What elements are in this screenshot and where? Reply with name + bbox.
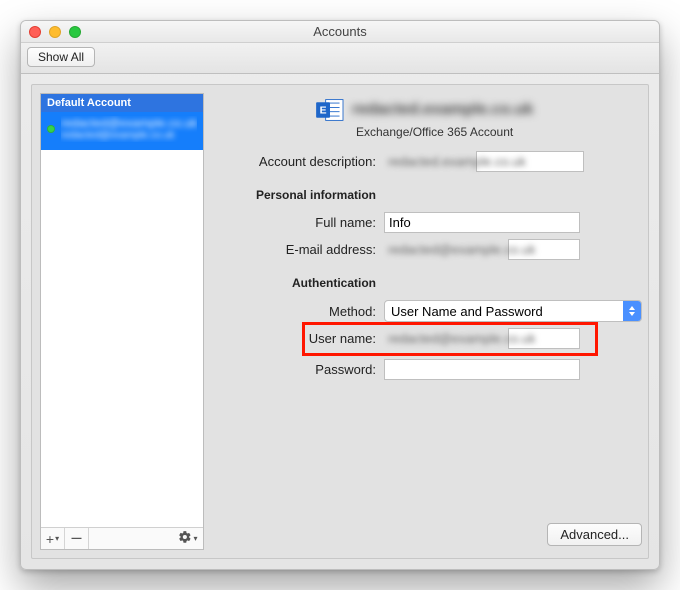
label-method: Method: — [216, 304, 384, 319]
status-indicator-icon — [47, 125, 55, 133]
section-heading-auth: Authentication — [216, 276, 384, 290]
account-header: E redacted.example.co.uk — [316, 97, 642, 123]
full-name-input[interactable] — [384, 212, 580, 233]
accounts-window: Accounts Show All Default Account redact… — [20, 20, 660, 570]
plus-icon: + — [46, 531, 54, 547]
exchange-icon: E — [316, 97, 344, 123]
window-title: Accounts — [21, 24, 659, 39]
chevron-down-icon: ▾ — [193, 534, 197, 543]
username-value: redacted@example.co.uk — [384, 328, 504, 349]
label-full-name: Full name: — [216, 215, 384, 230]
add-account-button[interactable]: +▾ — [41, 528, 65, 549]
gear-icon — [178, 530, 192, 547]
method-select-wrap: User Name and Password — [384, 300, 642, 322]
account-detail-pane: E redacted.example.co.uk Exchange/Office… — [212, 85, 656, 558]
account-list-item[interactable]: redacted@example.co.uk redacted@example.… — [41, 112, 203, 150]
account-item-title: redacted@example.co.uk — [61, 116, 197, 130]
accounts-sidebar: Default Account redacted@example.co.uk r… — [40, 93, 204, 550]
label-username: User name: — [216, 331, 384, 346]
password-input[interactable] — [384, 359, 580, 380]
label-account-description: Account description: — [216, 154, 384, 169]
email-value: redacted@example.co.uk — [384, 239, 504, 260]
section-heading-personal: Personal information — [216, 188, 384, 202]
sidebar-section-heading: Default Account — [41, 94, 203, 112]
advanced-button[interactable]: Advanced... — [547, 523, 642, 546]
toolbar: Show All — [21, 43, 659, 74]
settings-menu-button[interactable]: ▾ — [173, 528, 203, 549]
svg-text:E: E — [320, 105, 327, 116]
titlebar: Accounts — [21, 21, 659, 43]
show-all-button[interactable]: Show All — [27, 47, 95, 67]
auth-method-select[interactable]: User Name and Password — [384, 300, 642, 322]
account-title: redacted.example.co.uk — [352, 101, 533, 119]
account-description-value: redacted.example.co.uk — [384, 151, 472, 172]
accounts-list: Default Account redacted@example.co.uk r… — [41, 94, 203, 527]
chevron-down-icon: ▾ — [55, 534, 59, 543]
account-subtitle: Exchange/Office 365 Account — [356, 125, 642, 139]
label-password: Password: — [216, 362, 384, 377]
sidebar-footer: +▾ – ▾ — [41, 527, 203, 549]
body-panel: Default Account redacted@example.co.uk r… — [31, 84, 649, 559]
label-email: E-mail address: — [216, 242, 384, 257]
account-item-subtitle: redacted@example.co.uk — [61, 130, 197, 142]
remove-account-button[interactable]: – — [65, 528, 89, 549]
